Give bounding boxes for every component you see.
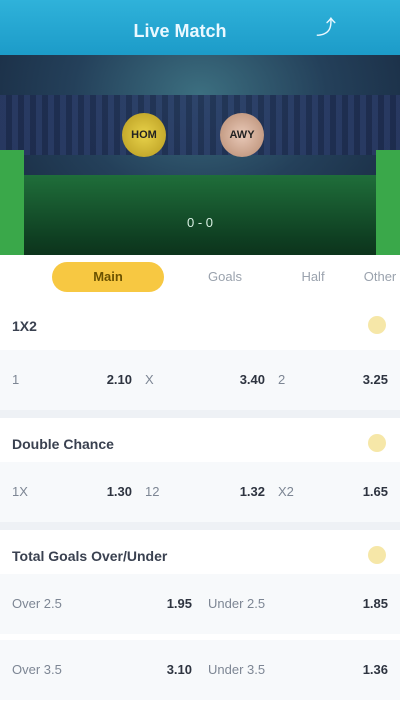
odd-label: Under 3.5 [208, 662, 266, 677]
odd-button[interactable]: 1 2.10 [12, 364, 132, 396]
odds-row: 1 2.10 X 3.40 2 3.25 [0, 350, 400, 410]
home-team-badge[interactable]: HOM [122, 113, 166, 157]
odd-value: 1.36 [362, 662, 388, 677]
odd-button[interactable]: X 3.40 [145, 364, 265, 396]
section-divider [0, 522, 400, 530]
odd-label: X2 [278, 484, 294, 499]
odd-value: 1.95 [166, 596, 192, 611]
odd-value: 1.32 [239, 484, 265, 499]
pitch-edge-left [0, 150, 24, 255]
odd-value: 3.40 [239, 372, 265, 387]
market-total-goals: Total Goals Over/Under Over 2.5 1.95 Und… [0, 530, 400, 702]
odd-button[interactable]: 1X 1.30 [12, 476, 132, 508]
market-header[interactable]: 1X2 [0, 300, 400, 353]
market-double-chance: Double Chance 1X 1.30 12 1.32 X2 1.65 [0, 418, 400, 522]
odd-label: Over 3.5 [12, 662, 62, 677]
tab-other[interactable]: Other [360, 262, 400, 292]
odd-button[interactable]: Under 2.5 1.85 [208, 588, 388, 620]
odd-label: 12 [145, 484, 160, 499]
odd-value: 2.10 [106, 372, 132, 387]
odd-button[interactable]: Over 3.5 3.10 [12, 654, 192, 686]
odd-value: 1.30 [106, 484, 132, 499]
odd-button[interactable]: 2 3.25 [278, 364, 388, 396]
odd-button[interactable]: Under 3.5 1.36 [208, 654, 388, 686]
odd-label: 1X [12, 484, 28, 499]
page-title: Live Match [133, 21, 227, 41]
stadium-stands [0, 95, 400, 155]
odd-label: Over 2.5 [12, 596, 62, 611]
odd-button[interactable]: 12 1.32 [145, 476, 265, 508]
market-1x2: 1X2 1 2.10 X 3.40 2 3.25 [0, 300, 400, 410]
odd-label: 2 [278, 372, 286, 387]
odd-value: 1.85 [362, 596, 388, 611]
pin-icon[interactable] [368, 434, 386, 452]
section-divider [0, 410, 400, 418]
odd-value: 3.25 [362, 372, 388, 387]
share-icon[interactable]: ⤴ [314, 16, 338, 40]
odds-row: Over 2.5 1.95 Under 2.5 1.85 [0, 574, 400, 634]
tab-half[interactable]: Half [278, 262, 348, 292]
odd-label: 1 [12, 372, 20, 387]
odd-button[interactable]: Over 2.5 1.95 [12, 588, 192, 620]
match-banner: HOM AWY 0 - 0 [0, 55, 400, 255]
market-name: 1X2 [12, 318, 37, 334]
tab-main[interactable]: Main [52, 262, 164, 292]
market-name: Double Chance [12, 436, 114, 452]
tab-goals[interactable]: Goals [190, 262, 260, 292]
market-tabs: Main Goals Half Other [0, 255, 400, 300]
away-team-badge[interactable]: AWY [220, 113, 264, 157]
odd-button[interactable]: X2 1.65 [278, 476, 388, 508]
pin-icon[interactable] [368, 546, 386, 564]
odd-label: X [145, 372, 154, 387]
odds-row: Over 3.5 3.10 Under 3.5 1.36 [0, 640, 400, 700]
odd-value: 3.10 [166, 662, 192, 677]
pitch-edge-right [376, 150, 400, 255]
odd-value: 1.65 [362, 484, 388, 499]
odds-row: 1X 1.30 12 1.32 X2 1.65 [0, 462, 400, 522]
pin-icon[interactable] [368, 316, 386, 334]
market-name: Total Goals Over/Under [12, 548, 168, 564]
match-score: 0 - 0 [186, 215, 213, 230]
odd-label: Under 2.5 [208, 596, 266, 611]
